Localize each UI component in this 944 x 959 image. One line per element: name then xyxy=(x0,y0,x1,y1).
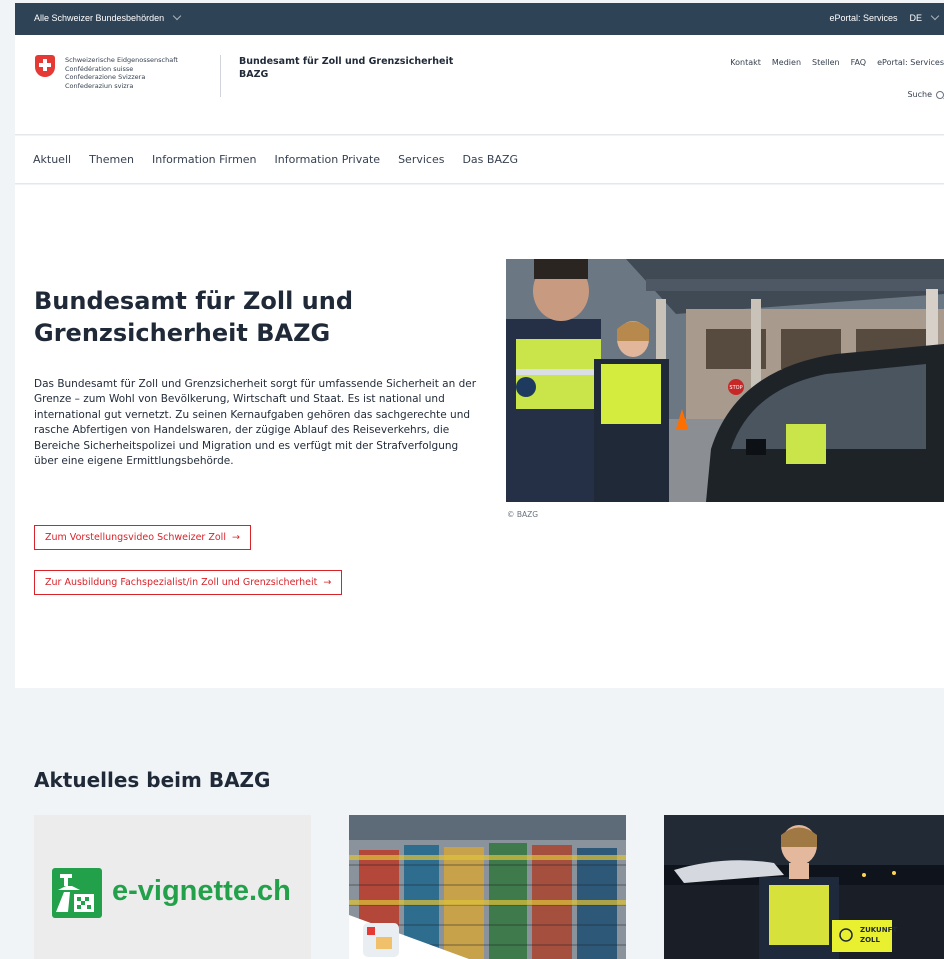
nav-item-information-private[interactable]: Information Private xyxy=(275,153,381,166)
zukunft-badge-line2: ZOLL xyxy=(860,936,880,944)
authorities-menu[interactable]: Alle Schweizer Bundesbehörden xyxy=(34,11,182,23)
nav-item-aktuell[interactable]: Aktuell xyxy=(33,153,71,166)
language-selector[interactable]: DE xyxy=(909,11,940,23)
arrow-right-icon: → xyxy=(323,577,332,588)
agency-title[interactable]: Bundesamt für Zoll und Grenzsicherheit B… xyxy=(239,55,453,81)
hero-section: Bundesamt für Zoll und Grenzsicherheit B… xyxy=(15,185,944,688)
header-divider xyxy=(220,55,221,97)
language-label[interactable]: DE xyxy=(909,13,922,23)
training-link-button[interactable]: Zur Ausbildung Fachspezialist/in Zoll un… xyxy=(34,570,343,595)
officer-at-airport-image: ZUKUNFT ZOLL xyxy=(664,815,944,959)
nav-item-themen[interactable]: Themen xyxy=(89,153,134,166)
confederation-line: Confederaziun svizra xyxy=(65,81,134,90)
search-icon[interactable] xyxy=(936,90,944,99)
hero-description: Das Bundesamt für Zoll und Grenzsicherhe… xyxy=(34,378,477,468)
confederation-line: Schweizerische Eidgenossenschaft xyxy=(65,56,178,64)
meta-nav-medien[interactable]: Medien xyxy=(772,58,801,67)
chevron-down-icon xyxy=(172,11,182,21)
agency-name: Bundesamt für Zoll und Grenzsicherheit xyxy=(239,56,454,67)
stop-sign-label: STOP xyxy=(729,385,742,391)
news-section-title: Aktuelles beim BAZG xyxy=(34,768,271,792)
container-terminal-image xyxy=(349,815,626,959)
site-header: Schweizerische Eidgenossenschaft Confédé… xyxy=(15,35,944,135)
border-control-photo: STOP xyxy=(506,259,944,502)
nav-item-information-firmen[interactable]: Information Firmen xyxy=(152,153,257,166)
main-navigation: Aktuell Themen Information Firmen Inform… xyxy=(15,136,944,184)
video-link-label[interactable]: Zum Vorstellungsvideo Schweizer Zoll xyxy=(45,532,226,543)
eportal-link[interactable]: ePortal: Services xyxy=(829,13,897,23)
search-label[interactable]: Suche xyxy=(907,90,932,99)
meta-nav-kontakt[interactable]: Kontakt xyxy=(730,58,761,67)
news-card-evignette[interactable]: e-vignette.ch xyxy=(34,815,311,959)
meta-nav-eportal[interactable]: ePortal: Services xyxy=(877,58,944,67)
confederation-line: Confédération suisse xyxy=(65,64,134,73)
evignette-logo-text: e-vignette.ch xyxy=(112,875,291,907)
meta-nav-stellen[interactable]: Stellen xyxy=(812,58,840,67)
news-card-container-port[interactable] xyxy=(349,815,626,959)
news-card-zukunft-zoll[interactable]: ZUKUNFT ZOLL xyxy=(664,815,944,959)
video-link-button[interactable]: Zum Vorstellungsvideo Schweizer Zoll → xyxy=(34,525,251,550)
meta-navigation: Kontakt Medien Stellen FAQ ePortal: Serv… xyxy=(730,58,944,67)
authorities-label[interactable]: Alle Schweizer Bundesbehörden xyxy=(34,13,164,23)
nav-item-services[interactable]: Services xyxy=(398,153,444,166)
evignette-logo-icon xyxy=(52,868,102,918)
meta-nav-faq[interactable]: FAQ xyxy=(851,58,867,67)
agency-abbr: BAZG xyxy=(239,69,269,80)
hero-image: STOP xyxy=(506,259,944,502)
page-title: Bundesamt für Zoll und Grenzsicherheit B… xyxy=(34,287,354,347)
nav-item-das-bazg[interactable]: Das BAZG xyxy=(462,153,518,166)
training-link-label[interactable]: Zur Ausbildung Fachspezialist/in Zoll un… xyxy=(45,577,317,588)
photo-credit: © BAZG xyxy=(507,510,539,519)
chevron-down-icon xyxy=(930,11,940,21)
confederation-line: Confederazione Svizzera xyxy=(65,73,146,81)
confederation-names[interactable]: Schweizerische Eidgenossenschaft Confédé… xyxy=(65,56,178,90)
zukunft-badge-line1: ZUKUNFT xyxy=(860,926,897,934)
swiss-cross-icon[interactable] xyxy=(35,55,55,77)
search-button[interactable]: Suche xyxy=(907,90,944,99)
arrow-right-icon: → xyxy=(231,532,240,543)
top-bar: Alle Schweizer Bundesbehörden ePortal: S… xyxy=(15,3,944,35)
